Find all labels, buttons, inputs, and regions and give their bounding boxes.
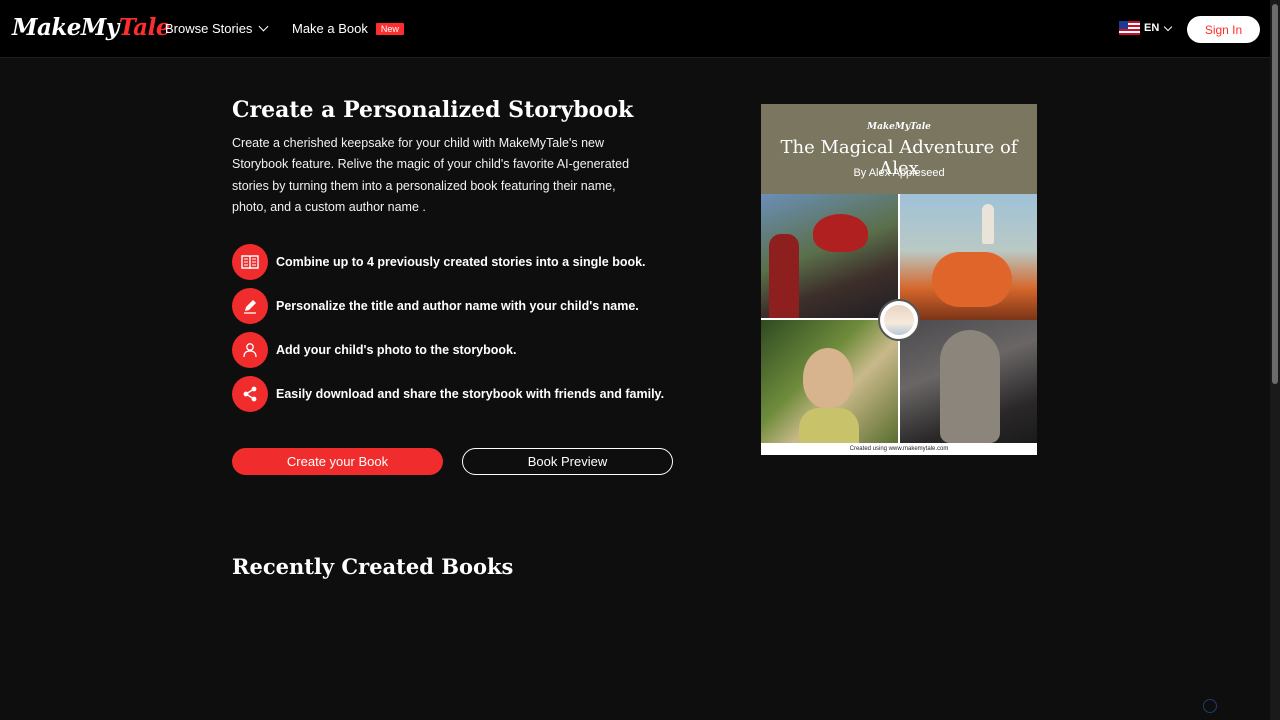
chevron-down-icon	[1164, 22, 1173, 31]
scrollbar-thumb[interactable]	[1272, 4, 1278, 384]
feature-text: Add your child's photo to the storybook.	[276, 343, 517, 357]
book-icon	[232, 244, 268, 280]
page-title: Create a Personalized Storybook	[232, 97, 634, 123]
feature-item: Easily download and share the storybook …	[232, 376, 664, 412]
book-illustration	[761, 320, 898, 443]
us-flag-icon	[1119, 21, 1140, 35]
top-nav: MakeMyTale Browse Stories Make a Book Ne…	[0, 0, 1270, 58]
user-icon	[232, 332, 268, 368]
book-author: By Alex Appleseed	[853, 167, 945, 179]
book-preview-button[interactable]: Book Preview	[462, 448, 673, 475]
child-photo-avatar	[878, 299, 920, 341]
logo-text-accent: Tale	[118, 14, 171, 41]
feature-text: Easily download and share the storybook …	[276, 387, 665, 401]
scrollbar[interactable]	[1270, 0, 1280, 720]
feature-item: Combine up to 4 previously created stori…	[232, 244, 646, 280]
make-a-book-link[interactable]: Make a Book New	[292, 21, 404, 36]
logo[interactable]: MakeMyTale	[12, 14, 170, 41]
browse-stories-menu[interactable]: Browse Stories	[165, 21, 269, 36]
book-illustration	[900, 320, 1037, 443]
chevron-down-icon	[258, 21, 269, 32]
feature-item: Add your child's photo to the storybook.	[232, 332, 516, 368]
recent-books-heading: Recently Created Books	[232, 554, 514, 579]
watermark-icon	[1203, 699, 1217, 713]
language-label: EN	[1144, 22, 1160, 34]
sign-in-button[interactable]: Sign In	[1187, 16, 1260, 43]
book-cover-preview: MakeMyTale The Magical Adventure of Alex…	[761, 104, 1037, 455]
book-illustration	[900, 194, 1037, 320]
logo-text-primary: MakeMy	[12, 14, 119, 41]
book-logo: MakeMyTale	[867, 122, 931, 132]
share-icon	[232, 376, 268, 412]
create-book-button[interactable]: Create your Book	[232, 448, 443, 475]
book-cover-header: MakeMyTale The Magical Adventure of Alex…	[761, 104, 1037, 194]
new-badge: New	[375, 22, 404, 35]
language-selector[interactable]: EN	[1119, 21, 1173, 35]
feature-text: Personalize the title and author name wi…	[276, 299, 639, 313]
page-description: Create a cherished keepsake for your chi…	[232, 136, 630, 214]
feature-item: Personalize the title and author name wi…	[232, 288, 639, 324]
book-footer: Created using www.makemytale.com	[761, 443, 1037, 455]
book-illustration	[761, 194, 898, 318]
feature-text: Combine up to 4 previously created stori…	[276, 255, 646, 269]
pencil-icon	[232, 288, 268, 324]
make-a-book-label: Make a Book	[292, 21, 368, 36]
browse-stories-label: Browse Stories	[165, 21, 253, 36]
